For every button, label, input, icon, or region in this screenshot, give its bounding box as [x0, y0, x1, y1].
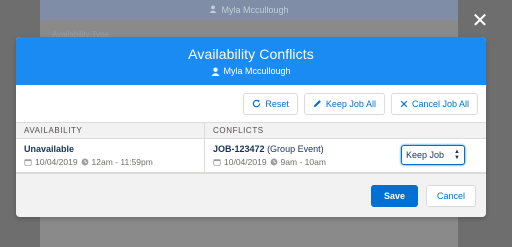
conflict-action-value: Keep Job: [406, 150, 445, 160]
column-header-conflicts: CONFLICTS: [204, 123, 486, 138]
reset-button[interactable]: Reset: [243, 92, 298, 115]
user-icon: [211, 67, 221, 76]
conflict-event-type: (Group Event): [267, 144, 324, 154]
save-button[interactable]: Save: [370, 184, 418, 207]
edit-icon: [313, 99, 322, 108]
cancel-job-all-label: Cancel Job All: [411, 98, 469, 109]
close-icon[interactable]: ✕: [472, 10, 489, 32]
availability-title: Unavailable: [24, 144, 75, 154]
close-modal-button[interactable]: ✕: [471, 10, 489, 32]
modal-title: Availability Conflicts: [188, 46, 314, 62]
modal-header: Availability Conflicts Myla Mccullough: [16, 37, 486, 85]
availability-date: 10/04/2019: [35, 157, 78, 167]
background-header: Myla Mccullough: [40, 0, 458, 20]
conflicts-table-header: AVAILABILITY CONFLICTS: [16, 123, 486, 139]
keep-job-all-button[interactable]: Keep Job All: [303, 92, 385, 115]
availability-time: 12am - 11:59pm: [91, 157, 153, 167]
reset-label: Reset: [265, 98, 289, 109]
conflict-job-number[interactable]: JOB-123472: [213, 144, 265, 154]
availability-meta: 10/04/2019 12am - 11:59pm: [24, 157, 204, 167]
availability-cell: Unavailable 10/04/2019 12am - 11:59pm: [16, 139, 204, 172]
refresh-icon: [252, 99, 261, 108]
column-header-availability: AVAILABILITY: [24, 126, 83, 135]
modal-footer: Save Cancel: [16, 173, 486, 217]
modal-subtitle-user: Myla Mccullough: [223, 66, 291, 76]
cancel-job-all-button[interactable]: Cancel Job All: [390, 92, 478, 115]
conflict-action-select[interactable]: Keep Job ▲ ▼: [401, 145, 465, 165]
conflict-time: 9am - 10am: [280, 157, 326, 167]
clock-icon: [270, 158, 278, 166]
modal-toolbar: Reset Keep Job All Cancel Job All: [16, 85, 486, 123]
close-icon: [400, 100, 408, 108]
availability-conflicts-modal: Availability Conflicts Myla Mccullough R…: [16, 37, 486, 217]
conflict-date: 10/04/2019: [224, 157, 267, 167]
user-icon: [209, 5, 218, 15]
table-row: Unavailable 10/04/2019 12am - 11:59pm JO…: [16, 139, 486, 173]
calendar-icon: [24, 158, 32, 166]
conflict-cell: JOB-123472 (Group Event) 10/04/2019 9am …: [204, 139, 486, 172]
select-arrows-icon: ▲ ▼: [454, 149, 460, 161]
background-header-user: Myla Mccullough: [221, 5, 289, 15]
calendar-icon: [213, 158, 221, 166]
modal-subtitle: Myla Mccullough: [211, 66, 291, 76]
keep-job-all-label: Keep Job All: [325, 98, 376, 109]
cancel-button[interactable]: Cancel: [425, 184, 476, 207]
clock-icon: [81, 158, 89, 166]
